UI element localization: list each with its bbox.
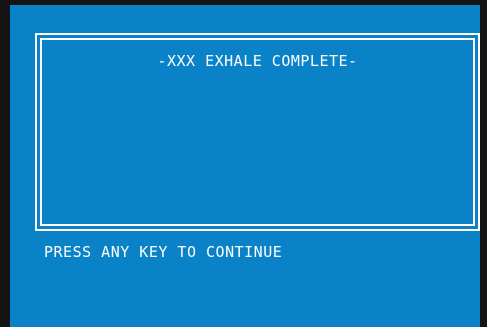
status-dialog: -XXX EXHALE COMPLETE- <box>35 33 480 231</box>
continue-prompt: PRESS ANY KEY TO CONTINUE <box>44 243 283 261</box>
terminal-screen[interactable]: -XXX EXHALE COMPLETE- PRESS ANY KEY TO C… <box>0 0 487 327</box>
status-dialog-inner-border: -XXX EXHALE COMPLETE- <box>40 38 475 226</box>
dialog-title: -XXX EXHALE COMPLETE- <box>157 52 358 70</box>
